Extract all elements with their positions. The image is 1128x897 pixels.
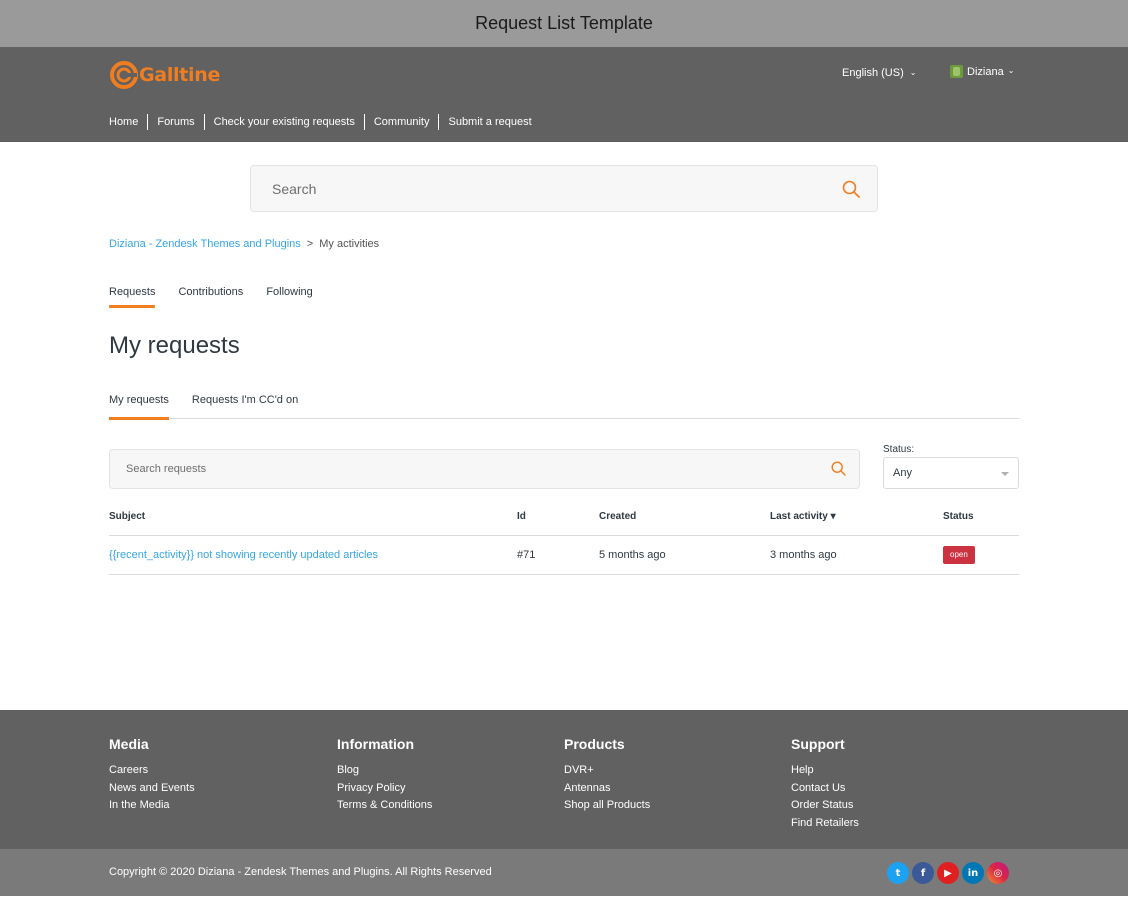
footer-column-media: Media Careers News and Events In the Med…: [109, 736, 195, 815]
page-title: My requests: [109, 332, 240, 359]
request-created: 5 months ago: [599, 549, 666, 561]
nav-item-home[interactable]: Home: [109, 114, 147, 130]
request-subject-link[interactable]: {{recent_activity}} not showing recently…: [109, 536, 378, 574]
footer-heading: Support: [791, 736, 845, 752]
header-created: Created: [599, 511, 637, 522]
footer-link[interactable]: Antennas: [564, 780, 650, 798]
footer-link[interactable]: Find Retailers: [791, 815, 859, 833]
footer-link[interactable]: Help: [791, 762, 859, 780]
search-placeholder: Search: [272, 180, 317, 197]
breadcrumb-link[interactable]: Diziana - Zendesk Themes and Plugins: [109, 238, 301, 250]
header-id: Id: [517, 511, 526, 522]
activity-tabs: Requests Contributions Following: [109, 286, 313, 308]
nav-item-forums[interactable]: Forums: [147, 114, 203, 130]
request-id: #71: [517, 549, 536, 561]
footer-heading: Media: [109, 736, 149, 752]
status-filter-value: Any: [893, 467, 912, 479]
tab-my-requests[interactable]: My requests: [109, 394, 169, 420]
chevron-down-icon: ⌄: [909, 67, 917, 77]
tab-contributions[interactable]: Contributions: [178, 286, 243, 308]
breadcrumb-current: My activities: [319, 238, 380, 250]
request-last-activity: 3 months ago: [770, 549, 837, 561]
logo-text: Galltine: [139, 64, 221, 86]
window-title-bar: Request List Template: [0, 0, 1128, 47]
status-filter-select[interactable]: Any: [883, 457, 1019, 489]
instagram-icon[interactable]: ◎: [987, 862, 1009, 884]
footer-link[interactable]: Shop all Products: [564, 797, 650, 815]
header-last-activity[interactable]: Last activity ▾: [770, 498, 836, 535]
request-tabs: My requests Requests I'm CC'd on: [109, 394, 1019, 420]
site-footer: Media Careers News and Events In the Med…: [0, 710, 1128, 849]
footer-link[interactable]: In the Media: [109, 797, 195, 815]
search-icon[interactable]: [842, 180, 860, 198]
user-name: Diziana: [967, 65, 1004, 78]
tab-requests[interactable]: Requests: [109, 286, 156, 308]
footer-link[interactable]: Order Status: [791, 797, 859, 815]
site-header: Galltine English (US) ⌄ Diziana ⌄: [0, 47, 1128, 102]
avatar: [950, 65, 963, 78]
site-logo[interactable]: Galltine: [109, 59, 220, 91]
request-search-placeholder: Search requests: [126, 463, 207, 475]
linkedin-icon[interactable]: in: [962, 862, 984, 884]
footer-column-products: Products DVR+ Antennas Shop all Products: [564, 736, 650, 815]
status-badge: open: [943, 546, 975, 564]
breadcrumb-separator: >: [306, 238, 314, 250]
caret-down-icon: [1001, 472, 1009, 476]
footer-column-information: Information Blog Privacy Policy Terms & …: [337, 736, 432, 815]
footer-link[interactable]: Blog: [337, 762, 432, 780]
tab-following[interactable]: Following: [266, 286, 312, 308]
footer-link[interactable]: Contact Us: [791, 780, 859, 798]
language-selector[interactable]: English (US) ⌄: [842, 67, 916, 79]
request-search-input[interactable]: Search requests: [109, 449, 860, 489]
nav-item-community[interactable]: Community: [363, 114, 439, 130]
status-filter-label: Status:: [883, 444, 915, 455]
chevron-down-icon: ⌄: [1007, 66, 1015, 75]
footer-heading: Products: [564, 736, 625, 752]
logo-g-icon: [110, 61, 138, 89]
requests-table: Subject Id Created Last activity ▾ Statu…: [109, 498, 1019, 575]
footer-link[interactable]: DVR+: [564, 762, 650, 780]
social-links: t f ▶ in ◎: [887, 862, 1009, 884]
twitter-icon[interactable]: t: [887, 862, 909, 884]
request-status-cell: open: [943, 536, 975, 574]
nav-item-submit-request[interactable]: Submit a request: [438, 114, 540, 130]
tab-cc-requests[interactable]: Requests I'm CC'd on: [192, 394, 298, 419]
user-menu[interactable]: Diziana ⌄: [950, 65, 1014, 78]
table-header: Subject Id Created Last activity ▾ Statu…: [109, 498, 1019, 536]
copyright-text: Copyright © 2020 Diziana - Zendesk Theme…: [109, 866, 492, 878]
header-status: Status: [943, 511, 974, 522]
footer-link[interactable]: Privacy Policy: [337, 780, 432, 798]
header-subject: Subject: [109, 511, 146, 522]
youtube-icon[interactable]: ▶: [937, 862, 959, 884]
copyright-bar: Copyright © 2020 Diziana - Zendesk Theme…: [0, 849, 1128, 896]
search-icon[interactable]: [831, 461, 846, 476]
breadcrumb: Diziana - Zendesk Themes and Plugins > M…: [109, 238, 379, 250]
footer-column-support: Support Help Contact Us Order Status Fin…: [791, 736, 859, 832]
footer-link[interactable]: News and Events: [109, 780, 195, 798]
search-input[interactable]: Search: [250, 165, 878, 212]
nav-item-check-requests[interactable]: Check your existing requests: [203, 114, 364, 130]
facebook-icon[interactable]: f: [912, 862, 934, 884]
footer-link[interactable]: Terms & Conditions: [337, 797, 432, 815]
footer-heading: Information: [337, 736, 414, 752]
language-label: English (US): [842, 67, 904, 79]
window-title: Request List Template: [475, 13, 653, 33]
main-nav: Home Forums Check your existing requests…: [0, 102, 1128, 142]
footer-link[interactable]: Careers: [109, 762, 195, 780]
table-row: {{recent_activity}} not showing recently…: [109, 536, 1019, 575]
